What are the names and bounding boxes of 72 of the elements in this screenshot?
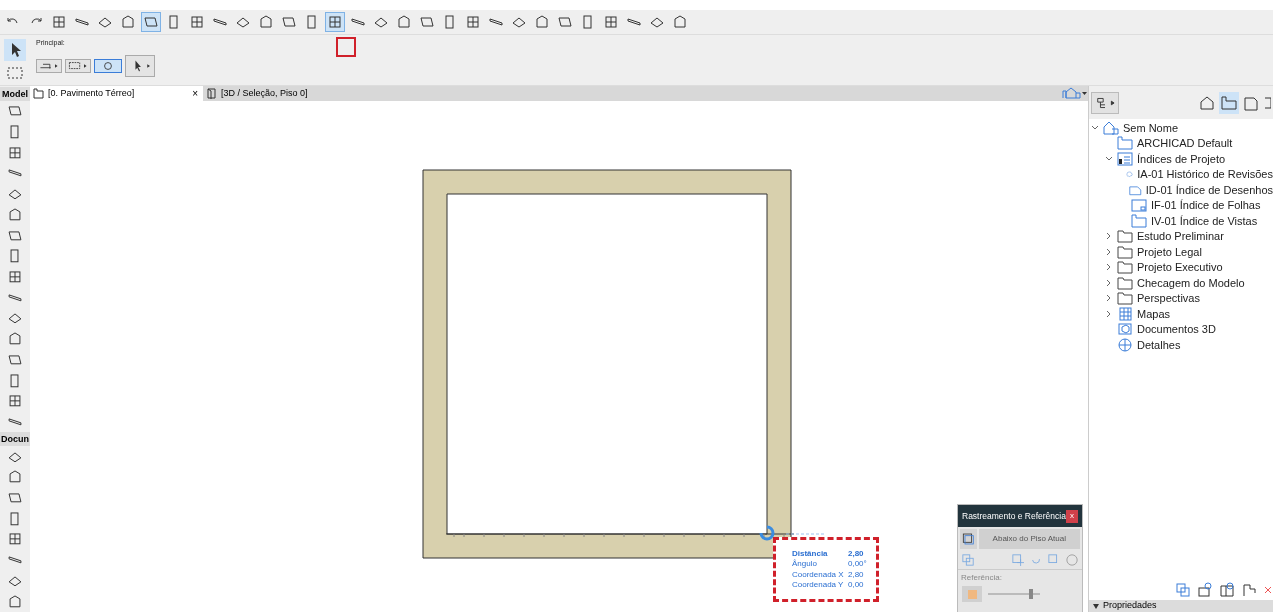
tree-item[interactable]: Projeto Legal [1089, 244, 1273, 260]
chevron-right-icon[interactable] [1105, 294, 1113, 303]
tree-view-button-icon[interactable] [1091, 91, 1119, 114]
marquee-method-icon[interactable] [65, 58, 91, 73]
tracker-value: 2,80 [848, 569, 864, 580]
close-tab-button[interactable]: × [190, 86, 200, 101]
floor-plan-icon[interactable] [1219, 91, 1239, 114]
tracker-label: Distância [792, 548, 829, 559]
floor-plan-icon [33, 88, 44, 99]
layers-icon[interactable] [960, 529, 977, 549]
detail-icon [1117, 337, 1133, 352]
list-icon [1117, 151, 1133, 166]
new-folder-icon[interactable] [1219, 582, 1235, 598]
chevron-right-icon[interactable] [1105, 247, 1113, 256]
tree-item[interactable]: Mapas [1089, 306, 1273, 322]
floor-plan-icon [1117, 136, 1133, 151]
chevron-right-icon[interactable] [1105, 232, 1113, 241]
tree-item[interactable]: ID-01 Índice de Desenhos [1089, 182, 1273, 198]
tree-item[interactable]: Sem Nome [1089, 120, 1273, 136]
tree-item[interactable]: Documentos 3D [1089, 321, 1273, 337]
tracker-value: 0,00° [848, 559, 867, 570]
tree-item[interactable]: Detalhes [1089, 337, 1273, 353]
chevron-down-icon[interactable] [1105, 154, 1113, 163]
toolbox-section-header[interactable]: Model [0, 87, 30, 101]
floor-plan-icon [1131, 213, 1147, 228]
tracker-value: 2,80 [848, 548, 864, 559]
rotate-method-icon[interactable] [94, 58, 122, 73]
chevron-down-icon[interactable] [1091, 123, 1099, 132]
triangle-down-icon[interactable] [1093, 603, 1099, 609]
chevron-right-icon[interactable] [1105, 278, 1113, 287]
tracker-label: Ângulo [792, 559, 818, 570]
tree-item[interactable]: IV-01 Índice de Vistas [1089, 213, 1273, 229]
properties-header[interactable]: Propriedades [1089, 600, 1273, 612]
reference-label: Referência: [960, 572, 1003, 584]
tree-item[interactable]: Perspectivas [1089, 290, 1273, 306]
marquee-icon[interactable] [6, 65, 24, 81]
folder-icon [1117, 260, 1133, 275]
toolbox-section-header[interactable]: Docun [0, 432, 30, 447]
close-button[interactable]: x [1066, 509, 1078, 523]
folder-icon [1117, 229, 1133, 244]
rotation-cursor-icon [757, 524, 775, 542]
tracker-label: Coordenada Y [792, 580, 845, 591]
folder-icon [1117, 291, 1133, 306]
folder-icon [1117, 275, 1133, 290]
geometry-method-icon[interactable] [36, 58, 62, 73]
chevron-right-icon[interactable] [1105, 309, 1113, 318]
grid-icon [1117, 306, 1133, 321]
tracker-value: 0,00 [848, 580, 864, 591]
new-view-icon[interactable] [1197, 582, 1213, 598]
tree-item[interactable]: Estudo Preliminar [1089, 228, 1273, 244]
grid-icon[interactable] [188, 13, 206, 31]
tree-item[interactable]: Checagem do Modelo [1089, 275, 1273, 291]
tree-item[interactable]: IF-01 Índice de Folhas [1089, 197, 1273, 213]
highlight-frame [336, 37, 356, 57]
palette-title: Rastreamento e Referência [962, 509, 1066, 523]
arrow-cursor-icon[interactable] [4, 39, 26, 61]
tree-item[interactable]: ARCHICAD Default [1089, 135, 1273, 151]
clone-icon[interactable] [1175, 582, 1191, 598]
cube-document-icon [1117, 322, 1133, 337]
document-tab[interactable]: [0. Pavimento Térreo] × [30, 86, 203, 101]
chevron-right-icon[interactable] [1105, 263, 1113, 272]
color-swatch[interactable] [962, 586, 982, 602]
tree-item[interactable]: IA-01 Histórico de Revisões [1089, 166, 1273, 182]
view-dropdown-icon[interactable] [1060, 86, 1088, 100]
tree-item[interactable]: Projeto Executivo [1089, 259, 1273, 275]
tree-item[interactable]: Índices de Projeto [1089, 151, 1273, 167]
tracker-label: Coordenada X [792, 569, 845, 580]
pointer-dropdown-icon[interactable] [125, 54, 155, 77]
reference-dropdown[interactable]: Abaixo do Piso Atual [978, 529, 1080, 549]
folder-icon [1117, 244, 1133, 259]
slider-thumb[interactable] [1028, 589, 1033, 599]
layout-icon [1131, 198, 1147, 213]
